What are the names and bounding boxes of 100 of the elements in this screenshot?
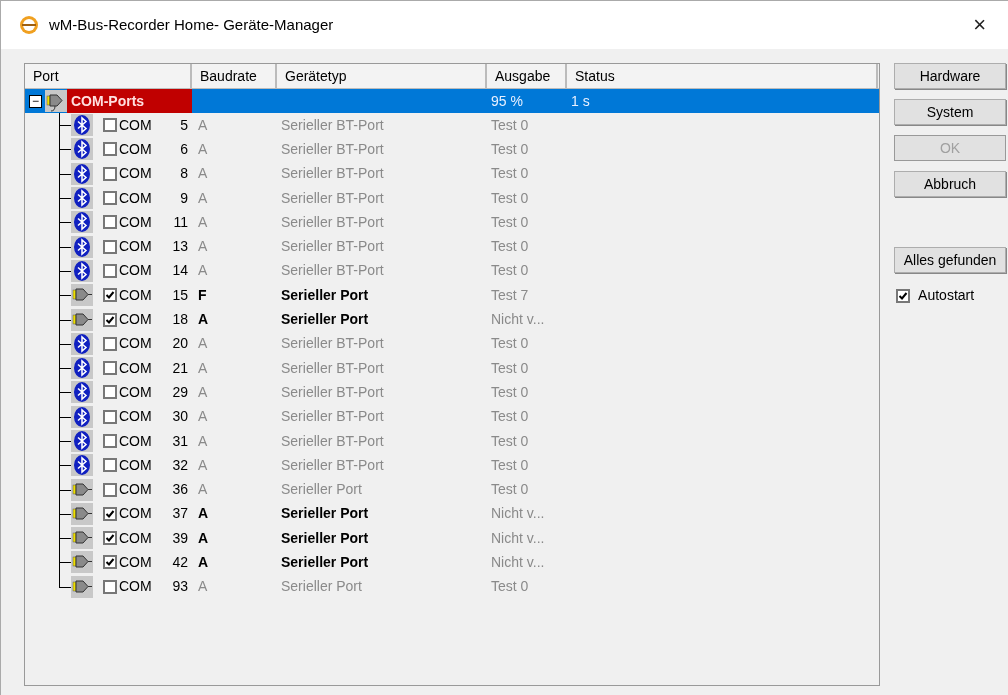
port-name: COM: [119, 310, 152, 329]
port-checkbox[interactable]: [103, 506, 117, 521]
device-type-cell-text: Serieller BT-Port: [281, 115, 384, 135]
port-name: COM: [119, 407, 152, 427]
port-number: 39: [171, 528, 188, 548]
port-checkbox[interactable]: [103, 263, 117, 278]
port-number: 31: [171, 431, 188, 451]
port-name: COM: [119, 431, 152, 451]
output-cell-text: Test 0: [491, 382, 529, 402]
port-checkbox[interactable]: [103, 579, 117, 594]
plug-icon: [71, 575, 93, 598]
port-checkbox[interactable]: [103, 215, 117, 230]
baudrate-cell-text: A: [198, 212, 208, 232]
bluetooth-icon: [71, 332, 93, 355]
output-cell-text: Test 0: [491, 480, 529, 500]
port-name: COM: [119, 334, 152, 354]
plug-icon: [71, 284, 93, 307]
port-checkbox[interactable]: [103, 458, 117, 473]
output-cell-text: Test 0: [491, 334, 529, 354]
bluetooth-icon: [71, 211, 93, 234]
device-type-cell-text: Serieller BT-Port: [281, 261, 384, 281]
device-type-cell-text: Serieller BT-Port: [281, 358, 384, 378]
output-cell-text: Test 0: [491, 577, 529, 597]
port-number: 5: [179, 115, 188, 135]
port-checkbox[interactable]: [103, 191, 117, 206]
bluetooth-icon: [71, 381, 93, 404]
port-checkbox[interactable]: [103, 118, 117, 133]
autostart-checkbox[interactable]: [896, 288, 911, 303]
output-cell-text: Test 0: [491, 358, 529, 378]
device-type-cell-text: Serieller BT-Port: [281, 431, 384, 451]
device-type-cell-text: Serieller Port: [281, 553, 369, 572]
port-checkbox[interactable]: [103, 336, 117, 351]
tree-item-label[interactable]: COM-Ports: [67, 89, 192, 113]
device-type-cell-text: Serieller Port: [281, 577, 362, 597]
port-name: COM: [119, 577, 152, 597]
output-cell-text: Test 0: [491, 407, 529, 427]
bluetooth-icon: [71, 187, 93, 210]
port-checkbox[interactable]: [103, 385, 117, 400]
port-checkbox[interactable]: [103, 239, 117, 254]
baudrate-cell-text: A: [198, 334, 208, 354]
device-type-cell-text: Serieller BT-Port: [281, 164, 384, 184]
bluetooth-icon: [71, 454, 93, 477]
collapse-toggle[interactable]: −: [29, 94, 42, 108]
port-checkbox[interactable]: [103, 482, 117, 497]
baudrate-cell-text: A: [198, 553, 209, 572]
output-cell-text: Test 0: [491, 164, 529, 184]
bluetooth-icon: [71, 405, 93, 428]
port-checkbox[interactable]: [103, 288, 117, 303]
app-logo-icon: [19, 15, 39, 35]
plug-icon: [71, 527, 93, 550]
tree-row[interactable]: − COM-Ports 95 % 1 s: [25, 89, 880, 113]
baudrate-cell-text: A: [198, 480, 208, 500]
port-name: COM: [119, 553, 152, 572]
device-type-cell-text: Serieller BT-Port: [281, 455, 384, 475]
device-type-cell-text: Serieller BT-Port: [281, 407, 384, 427]
port-checkbox[interactable]: [103, 555, 117, 570]
port-checkbox[interactable]: [103, 142, 117, 157]
baudrate-cell-text: A: [198, 407, 208, 427]
port-name: COM: [119, 115, 152, 135]
output-cell-text: Test 0: [491, 431, 529, 451]
baudrate-cell-text: A: [198, 504, 209, 524]
plug-icon: [45, 90, 67, 112]
bluetooth-icon: [71, 114, 93, 137]
port-name: COM: [119, 455, 152, 475]
port-checkbox[interactable]: [103, 312, 117, 327]
close-button[interactable]: ×: [969, 14, 990, 36]
output-cell-text: 95 %: [491, 91, 523, 111]
baudrate-cell-text: A: [198, 115, 208, 135]
port-number: 29: [171, 382, 188, 402]
baudrate-cell-text: A: [198, 577, 208, 597]
port-checkbox[interactable]: [103, 361, 117, 376]
dialog-button[interactable]: Hardware: [894, 63, 1006, 89]
port-name: COM: [119, 480, 152, 500]
port-number: 36: [171, 480, 188, 500]
port-number: 6: [179, 139, 188, 159]
port-checkbox[interactable]: [103, 434, 117, 448]
output-cell-text: Test 0: [491, 188, 529, 208]
device-type-cell-text: Serieller BT-Port: [281, 188, 384, 208]
port-number: 9: [179, 188, 188, 208]
port-name: COM: [119, 285, 152, 305]
window-title: wM-Bus-Recorder Home- Geräte-Manager: [49, 14, 334, 35]
device-type-cell-text: Serieller BT-Port: [281, 237, 384, 257]
device-type-cell-text: Serieller BT-Port: [281, 212, 384, 232]
port-number: 21: [171, 358, 188, 378]
port-number: 30: [171, 407, 188, 427]
dialog-button[interactable]: Abbruch: [894, 171, 1006, 197]
dialog-button[interactable]: System: [894, 99, 1006, 125]
baudrate-cell-text: A: [198, 139, 208, 159]
bluetooth-icon: [71, 235, 93, 258]
port-checkbox[interactable]: [103, 409, 117, 424]
port-name: COM: [119, 139, 152, 159]
port-checkbox[interactable]: [103, 166, 117, 181]
output-cell-text: Test 0: [491, 261, 529, 281]
device-type-cell-text: Serieller BT-Port: [281, 139, 384, 159]
device-type-cell-text: Serieller Port: [281, 480, 362, 500]
baudrate-cell-text: F: [198, 285, 207, 305]
find-all-button[interactable]: Alles gefunden: [894, 247, 1006, 273]
plug-icon: [71, 478, 93, 501]
device-type-cell-text: Serieller Port: [281, 285, 369, 305]
port-checkbox[interactable]: [103, 531, 117, 546]
